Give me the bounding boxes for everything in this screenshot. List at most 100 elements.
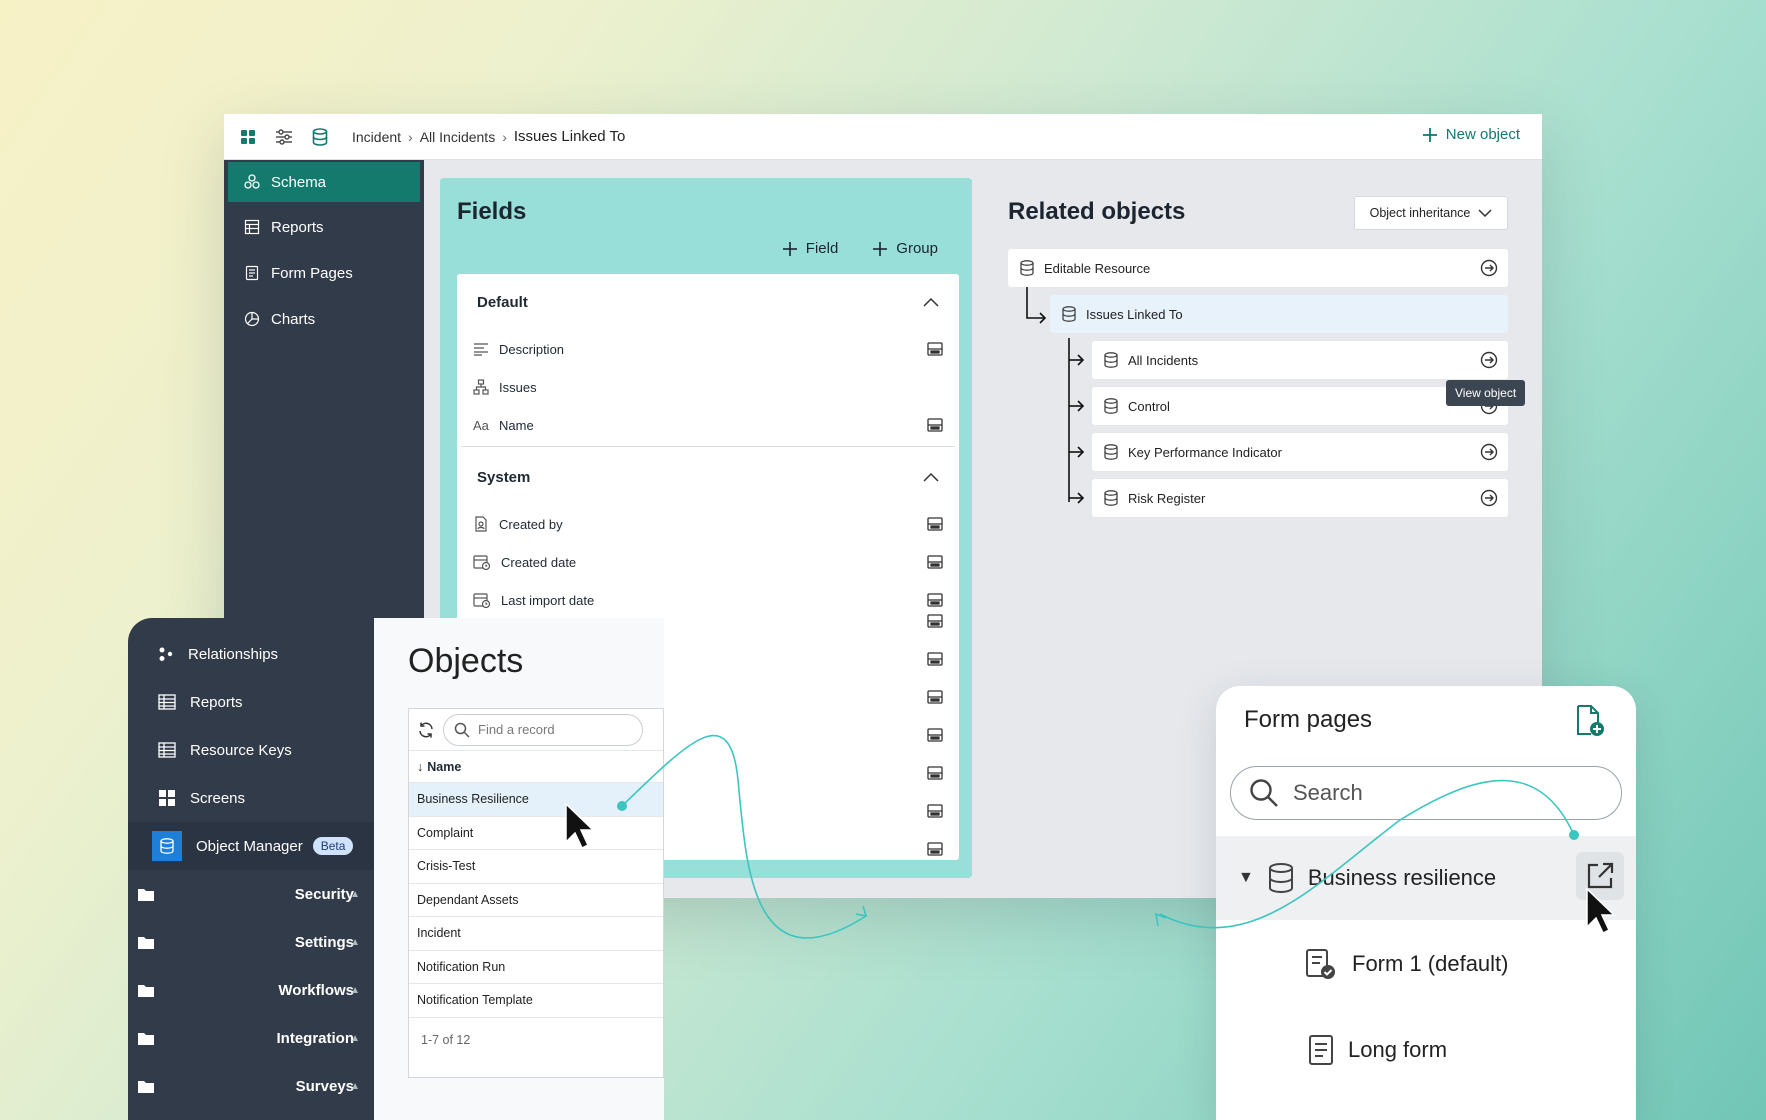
sort-down-icon: ↓ <box>417 759 424 774</box>
field-row[interactable]: Issues <box>457 368 959 406</box>
table-row[interactable]: Crisis-Test <box>409 850 663 884</box>
field-name: Issues <box>499 379 537 395</box>
form-pages-panel: Form pages Search ▼ Business resilience … <box>1216 686 1636 1120</box>
caret-up-icon: ▲ <box>350 936 360 948</box>
arrow-circle-right-icon <box>1480 351 1498 369</box>
chevron-up-icon <box>923 472 939 482</box>
relationships-icon <box>159 647 173 661</box>
chevron-right-icon: › <box>408 128 413 145</box>
breadcrumb-incident[interactable]: Incident <box>352 129 401 145</box>
add-field-button[interactable]: Field <box>782 240 838 257</box>
sliders-icon[interactable] <box>266 114 302 160</box>
sidebar-item-label: Schema <box>271 173 327 191</box>
folder-icon <box>138 936 154 949</box>
object-name: Business resilience <box>1307 865 1497 890</box>
field-row[interactable]: Created date <box>457 543 959 581</box>
table-icon <box>244 219 260 235</box>
row-name: Incident <box>417 926 461 941</box>
form-object-row[interactable]: ▼ Business resilience <box>1216 836 1636 920</box>
related-object-row[interactable]: Editable Resource <box>1008 249 1508 287</box>
nav-group-surveys[interactable]: Surveys ▲ <box>128 1062 374 1110</box>
table-row[interactable]: Business Resilience <box>409 783 663 817</box>
field-type-icon <box>927 652 943 666</box>
related-object-row[interactable]: All Incidents <box>1092 341 1508 379</box>
form-item[interactable]: Form 1 (default) <box>1304 948 1509 980</box>
grid-icon <box>159 790 175 806</box>
object-name: Control <box>1128 398 1170 414</box>
table-row[interactable]: Complaint <box>409 817 663 850</box>
field-type-icon <box>927 690 943 704</box>
related-object-row[interactable]: Key Performance Indicator <box>1092 433 1508 471</box>
add-form-page-icon[interactable] <box>1572 704 1606 738</box>
find-record-input[interactable]: Find a record <box>443 713 643 746</box>
database-icon <box>152 831 182 861</box>
object-name: Risk Register <box>1128 490 1206 506</box>
caret-up-icon: ▲ <box>350 984 360 996</box>
related-object-row[interactable]: Risk Register <box>1092 479 1508 517</box>
nav-group-settings[interactable]: Settings ▲ <box>128 918 374 966</box>
field-type-icon <box>927 593 943 607</box>
folder-icon <box>138 984 154 997</box>
field-row[interactable]: Description <box>457 330 959 368</box>
nav-item-label: Integration <box>276 1029 355 1047</box>
nav-item-screens[interactable]: Screens <box>128 774 374 822</box>
form-search-input[interactable]: Search <box>1230 766 1622 820</box>
field-row[interactable]: Created by <box>457 505 959 543</box>
field-row[interactable]: Last import date <box>457 581 959 619</box>
field-type-icon <box>927 728 943 742</box>
sidebar-item-schema[interactable]: Schema <box>228 162 420 202</box>
new-object-button[interactable]: New object <box>1422 126 1520 143</box>
table-row[interactable]: Incident <box>409 917 663 951</box>
search-icon <box>454 722 470 738</box>
sidebar-item-charts[interactable]: Charts <box>224 296 424 342</box>
caret-up-icon: ▲ <box>350 1032 360 1044</box>
group-header-system[interactable]: System <box>457 449 959 505</box>
nav-item-reports[interactable]: Reports <box>128 678 374 726</box>
field-name: Name <box>499 417 534 433</box>
sidebar-item-reports[interactable]: Reports <box>224 204 424 250</box>
add-group-button[interactable]: Group <box>872 240 938 257</box>
nav-group-workflows[interactable]: Workflows ▲ <box>128 966 374 1014</box>
database-icon[interactable] <box>302 114 338 160</box>
object-name: Editable Resource <box>1044 260 1151 276</box>
database-icon <box>1104 398 1118 414</box>
sidebar-item-form-pages[interactable]: Form Pages <box>224 250 424 296</box>
form-icon <box>1309 1035 1333 1065</box>
table-row[interactable]: Notification Run <box>409 951 663 984</box>
folder-icon <box>138 888 154 901</box>
fields-title: Fields <box>457 198 527 225</box>
form-name: Form 1 (default) <box>1352 951 1509 976</box>
apps-grid-icon[interactable] <box>230 114 266 160</box>
nav-item-relationships[interactable]: Relationships <box>128 630 374 678</box>
field-name: Created by <box>499 516 563 532</box>
breadcrumb-all-incidents[interactable]: All Incidents <box>420 129 495 145</box>
sidebar-item-label: Reports <box>271 218 324 236</box>
table-row[interactable]: Dependant Assets <box>409 884 663 917</box>
object-inheritance-dropdown[interactable]: Object inheritance <box>1354 196 1508 230</box>
table-row[interactable]: Notification Template <box>409 984 663 1018</box>
database-icon <box>1104 444 1118 460</box>
nav-group-security[interactable]: Security ▲ <box>128 870 374 918</box>
nav-item-object-manager[interactable]: Object Manager Beta <box>128 822 374 870</box>
nav-item-label: Screens <box>190 789 246 807</box>
nav-item-label: Resource Keys <box>190 741 292 759</box>
field-row[interactable]: Aa Name <box>457 406 959 444</box>
field-type-icon <box>927 804 943 818</box>
caret-up-icon: ▲ <box>350 888 360 900</box>
column-header-name[interactable]: ↓ Name <box>409 751 663 783</box>
refresh-icon[interactable] <box>417 721 435 739</box>
caret-down-icon[interactable]: ▼ <box>1238 869 1254 887</box>
nav-item-resource-keys[interactable]: Resource Keys <box>128 726 374 774</box>
chevron-right-icon: › <box>502 128 507 145</box>
database-icon <box>1020 260 1034 276</box>
form-item[interactable]: Long form <box>1308 1034 1447 1066</box>
open-external-button[interactable] <box>1576 852 1624 900</box>
field-type-icon-column <box>927 614 943 856</box>
form-icon <box>245 265 259 281</box>
related-object-current[interactable]: Issues Linked To <box>1050 295 1508 333</box>
object-name: All Incidents <box>1128 352 1199 368</box>
nav-group-integration[interactable]: Integration ▲ <box>128 1014 374 1062</box>
objects-table: Find a record ↓ Name Business Resilience… <box>408 708 664 1078</box>
group-header-default[interactable]: Default <box>457 274 959 330</box>
database-icon <box>1104 352 1118 368</box>
